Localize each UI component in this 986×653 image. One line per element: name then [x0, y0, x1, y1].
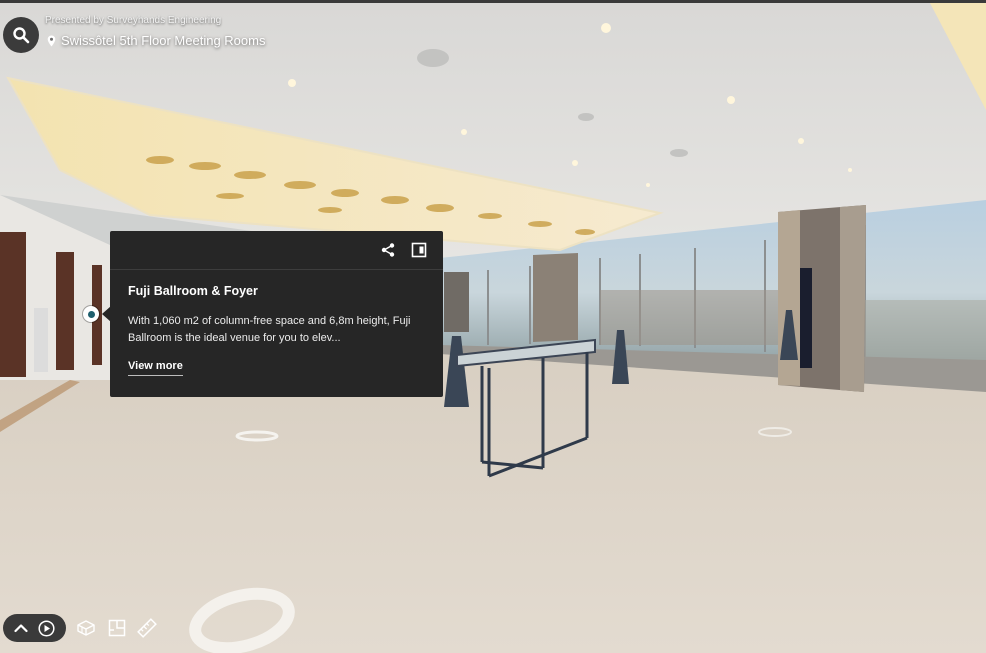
location-title-text: Swissôtel 5th Floor Meeting Rooms [61, 33, 266, 48]
mattertag-pin-icon[interactable] [83, 306, 99, 322]
location-pin-icon [47, 35, 56, 46]
bottom-toolbar [3, 614, 66, 642]
location-title[interactable]: Swissôtel 5th Floor Meeting Rooms [47, 33, 265, 48]
chevron-up-icon [14, 624, 28, 633]
dollhouse-icon [77, 620, 95, 636]
measure-button[interactable] [136, 617, 158, 639]
measure-icon [137, 618, 157, 638]
tag-card: Fuji Ballroom & Foyer With 1,060 m2 of c… [110, 231, 443, 397]
view-more-link[interactable]: View more [128, 360, 183, 376]
search-icon [13, 27, 30, 44]
dollhouse-button[interactable] [75, 617, 97, 639]
expand-button[interactable] [11, 618, 31, 638]
top-edge [0, 0, 986, 3]
floorplan-icon [108, 619, 126, 637]
tag-card-header [110, 231, 443, 270]
play-icon [37, 619, 55, 637]
dock-panel-icon[interactable] [411, 242, 427, 258]
floorplan-button[interactable] [106, 617, 128, 639]
tag-card-title: Fuji Ballroom & Foyer [128, 284, 258, 298]
tag-card-description: With 1,060 m2 of column-free space and 6… [128, 315, 411, 344]
share-icon[interactable] [380, 242, 396, 258]
search-button[interactable] [3, 17, 39, 53]
presented-by-label: Presented by Surveyhands Engineering [45, 15, 222, 26]
play-button[interactable] [37, 619, 55, 637]
mattertag-pin-center [86, 309, 96, 319]
